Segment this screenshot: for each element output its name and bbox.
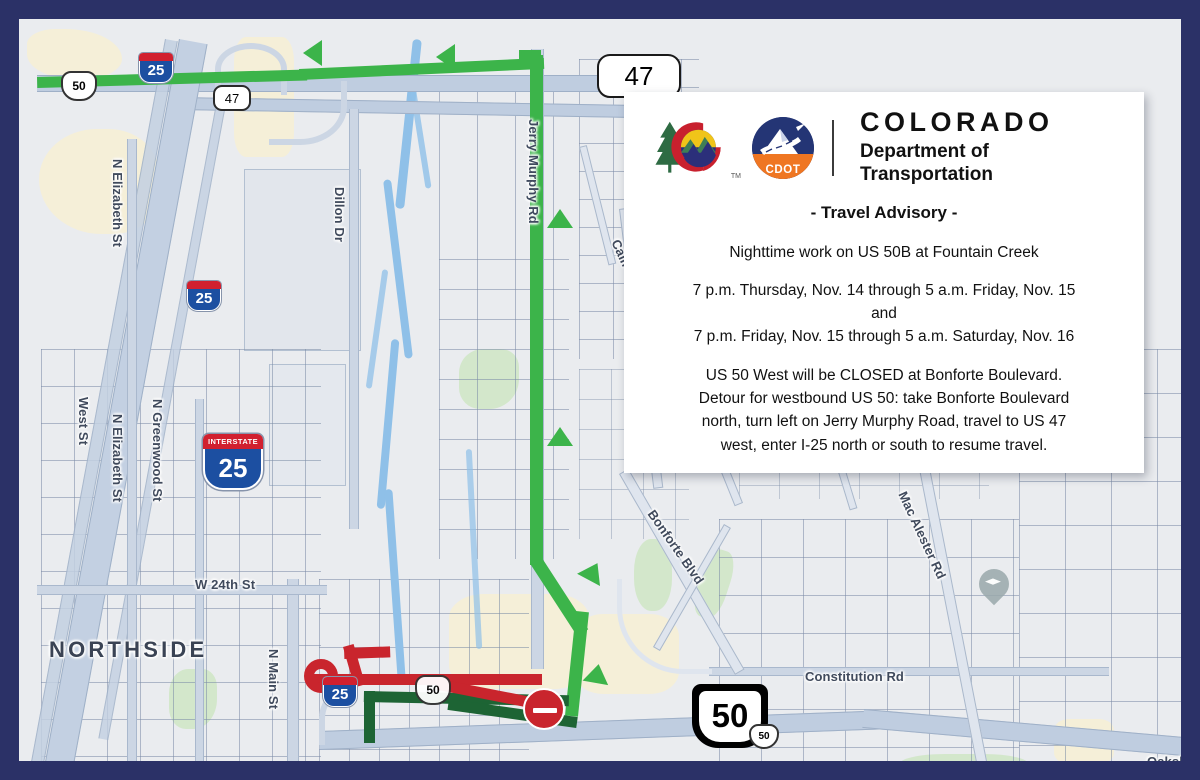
detour-arrow-north-icon [547, 427, 573, 446]
creek-branch [365, 269, 389, 389]
cdot-badge-label: CDOT [765, 163, 801, 176]
advisory-body-line: US 50 West will be CLOSED at Bonforte Bo… [705, 366, 1063, 384]
us-50-shield-bottom: 50 [415, 675, 451, 705]
colorado-logo-svg [655, 121, 721, 173]
org-name: COLORADO [860, 107, 1054, 137]
cdot-logo: CDOT [752, 116, 814, 179]
label-jerry-murphy-rd: Jerry Murphy Rd [526, 119, 541, 224]
i-25-shield-large: 25 [203, 434, 263, 490]
n-elizabeth-st-road [127, 139, 137, 761]
us-47-shield-top: 47 [213, 85, 251, 111]
label-n-elizabeth-st-lower: N Elizabeth St [110, 414, 125, 503]
org-titles: COLORADO Department of Transportation [860, 107, 1124, 187]
advisory-panel-header: TM CDOT COLORADO Department of Transport… [640, 106, 1128, 193]
map-advisory-frame: 50 0; 25 47 25 25 25 50 50 50 47 N Eliza… [0, 0, 1200, 780]
dillon-dr-road [349, 109, 359, 529]
label-dillon-dr: Dillon Dr [332, 187, 347, 243]
org-department: Department of Transportation [860, 140, 994, 186]
advisory-body-line: west, enter I-25 north or south to resum… [720, 436, 1048, 454]
closure-line-ramp [344, 646, 391, 659]
colorado-state-logo: TM [652, 117, 741, 180]
n-main-st-road [287, 579, 299, 761]
label-constitution-rd: Constitution Rd [805, 669, 904, 684]
logo-divider [832, 119, 834, 176]
label-oakshire: Oakshi [1147, 754, 1181, 761]
detour-arrow-north-icon [547, 209, 573, 228]
label-n-greenwood-st: N Greenwood St [150, 399, 165, 502]
interchange-ramp [269, 81, 347, 145]
advisory-schedule-line: 7 p.m. Friday, Nov. 15 through 5 a.m. Sa… [693, 328, 1075, 345]
trademark-mark: TM [730, 172, 741, 180]
advisory-headline: Nighttime work on US 50B at Fountain Cre… [729, 244, 1039, 262]
advisory-body-block: US 50 West will be CLOSED at Bonforte Bo… [640, 364, 1128, 457]
street-grid-horizontal [439, 259, 569, 559]
i-25-shield-mid: 25 [187, 281, 221, 311]
label-n-main-st: N Main St [266, 649, 281, 710]
fountain-creek-water [376, 338, 400, 510]
us-50-shield-top: 50 [61, 71, 97, 101]
advisory-subtitle: - Travel Advisory - [810, 203, 958, 223]
travel-advisory-panel: TM CDOT COLORADO Department of Transport… [624, 92, 1144, 473]
detour-arrow-north-icon [577, 557, 609, 586]
detour-arrow-west-icon [436, 44, 455, 70]
advisory-schedule-line: 7 p.m. Thursday, Nov. 14 through 5 a.m. … [692, 282, 1076, 300]
i-25-shield-top: 25 [139, 53, 173, 83]
advisory-body-line: north, turn left on Jerry Murphy Road, t… [701, 413, 1067, 431]
w-24th-st-road [37, 585, 327, 595]
constitution-rd-road [709, 667, 1109, 676]
label-west-st: West St [76, 397, 91, 446]
i-25-shield-bottom: 25 [323, 677, 357, 707]
advisory-schedule-conjunction: and [871, 305, 897, 323]
road-closed-no-entry-icon [523, 688, 565, 730]
detour-arrow-west-icon [303, 40, 322, 66]
advisory-body-line: Detour for westbound US 50: take Bonfort… [698, 390, 1070, 408]
label-northside-neighborhood: NORTHSIDE [49, 637, 208, 662]
label-n-elizabeth-st-upper: N Elizabeth St [110, 159, 125, 248]
advisory-headline-block: Nighttime work on US 50B at Fountain Cre… [640, 227, 1128, 364]
label-w-24th-st: W 24th St [195, 577, 256, 592]
